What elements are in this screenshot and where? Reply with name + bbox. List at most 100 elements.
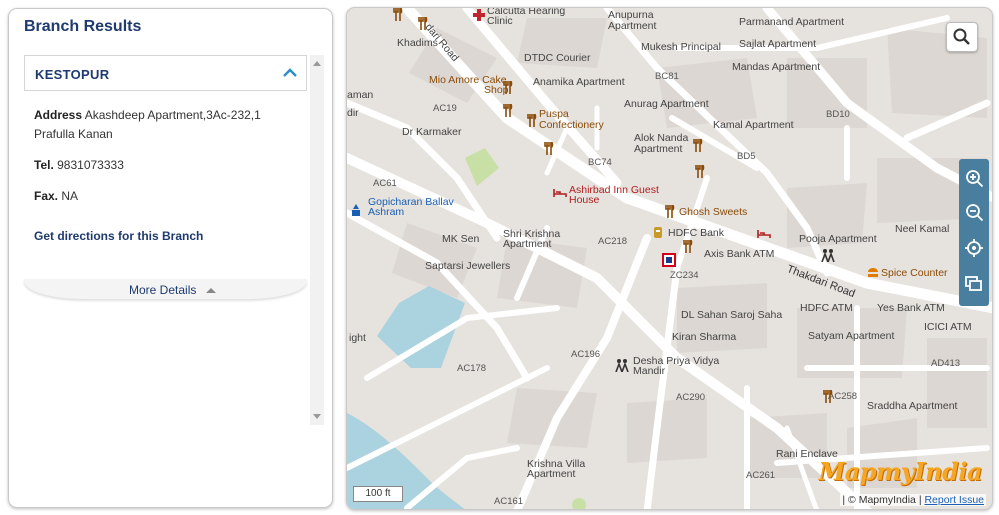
bank-icon[interactable]	[653, 225, 663, 239]
map-label: AC196	[571, 349, 601, 360]
map-label: AC261	[746, 470, 776, 481]
poi-label: Axis Bank ATM	[704, 248, 775, 260]
map-label: Clinic	[487, 15, 513, 27]
map-label: Apartment	[634, 143, 683, 155]
locate-icon	[965, 239, 983, 257]
hotel-icon[interactable]	[757, 229, 771, 239]
fax-field: Fax. NA	[34, 187, 284, 206]
school-icon[interactable]	[820, 248, 836, 262]
restaurant-icon[interactable]	[823, 390, 833, 404]
map-label: Sraddha Apartment	[867, 400, 958, 412]
poi-label: ICICI ATM	[924, 321, 972, 333]
tel-field: Tel. 9831073333	[34, 156, 284, 175]
map-label: AC178	[457, 363, 487, 374]
hotel-icon[interactable]	[553, 188, 567, 198]
map-label: Mukesh Principal	[641, 41, 721, 53]
layers-icon	[965, 276, 982, 291]
tel-label: Tel.	[34, 158, 54, 172]
fax-value: NA	[61, 189, 79, 203]
report-issue-link[interactable]: Report Issue	[924, 494, 984, 506]
fax-label: Fax.	[34, 189, 59, 203]
address-field: Address Akashdeep Apartment,3Ac-232,1 Pr…	[34, 106, 284, 144]
map-label: Saptarsi Jewellers	[425, 260, 511, 272]
address-label: Address	[34, 108, 83, 122]
layers-button[interactable]	[959, 267, 989, 300]
map-label: AC161	[494, 496, 524, 507]
locate-button[interactable]	[959, 232, 989, 265]
map-label: Mandas Apartment	[732, 61, 821, 73]
branch-name: KESTOPUR	[35, 67, 110, 82]
restaurant-icon[interactable]	[544, 142, 554, 156]
zoom-out-icon	[966, 204, 984, 222]
map-label: BD5	[737, 151, 756, 162]
search-icon	[953, 28, 970, 45]
restaurant-icon[interactable]	[693, 139, 703, 153]
scroll-down-icon[interactable]	[313, 414, 321, 419]
map-label: AC19	[433, 103, 457, 114]
zoom-out-button[interactable]	[959, 196, 989, 229]
poi-label: Mandir	[633, 365, 666, 377]
map-label: BC74	[588, 157, 612, 168]
map-label: AC61	[373, 178, 397, 189]
map-label: BD10	[826, 109, 850, 120]
restaurant-icon[interactable]	[418, 17, 428, 31]
branch-marker-icon[interactable]	[662, 253, 676, 267]
map-label: Anurag Apartment	[624, 98, 709, 110]
attribution-text: | © MapmyIndia |	[842, 494, 922, 506]
panel-title: Branch Results	[24, 18, 142, 35]
map-label: Anamika Apartment	[533, 76, 625, 88]
chevron-up-icon[interactable]	[282, 66, 298, 80]
map-label: dir	[347, 107, 359, 119]
branch-accordion-header[interactable]: KESTOPUR	[24, 55, 307, 91]
map-label: BC81	[655, 71, 679, 82]
scrollbar[interactable]	[310, 55, 324, 425]
map-label: Neel Kamal	[895, 223, 950, 235]
map-label: Apartment	[503, 238, 552, 250]
poi-label: Ghosh Sweets	[679, 206, 748, 218]
map-label: ZC234	[670, 270, 699, 281]
map-view[interactable]: Khadims dari Road Calcutta Hearing Clini…	[346, 7, 993, 510]
map-label: AD413	[931, 358, 961, 369]
scale-bar: 100 ft	[353, 486, 403, 502]
poi-label: Yes Bank ATM	[877, 302, 945, 314]
restaurant-icon[interactable]	[393, 8, 403, 22]
branch-results-panel: Branch Results KESTOPUR Address Akashdee…	[8, 8, 333, 508]
temple-icon[interactable]	[350, 204, 362, 216]
zoom-in-icon	[966, 170, 984, 188]
map-label: AC290	[676, 392, 706, 403]
map-label: Parmanand Apartment	[739, 16, 845, 28]
map-label: DL Sahan Saroj Saha	[681, 309, 783, 321]
branch-card: KESTOPUR Address Akashdeep Apartment,3Ac…	[24, 55, 307, 425]
more-details-label[interactable]: More Details	[129, 283, 196, 297]
poi-label: Ashram	[368, 206, 405, 218]
get-directions-link[interactable]: Get directions for this Branch	[34, 229, 203, 243]
restaurant-icon[interactable]	[503, 104, 513, 118]
poi-label: HDFC ATM	[800, 302, 853, 314]
restaurant-icon[interactable]	[695, 165, 705, 179]
map-label: Kamal Apartment	[713, 119, 794, 131]
restaurant-icon[interactable]	[503, 81, 513, 95]
more-details-toggle[interactable]: More Details	[24, 279, 307, 299]
restaurant-icon[interactable]	[665, 205, 675, 219]
mapmyindia-logo: MapmyIndia	[818, 457, 983, 486]
zoom-in-button[interactable]	[959, 162, 989, 195]
map-attribution: | © MapmyIndia | Report Issue	[840, 494, 986, 506]
poi-label: House	[569, 194, 600, 206]
restaurant-icon[interactable]	[683, 240, 693, 254]
map-label: Sajlat Apartment	[739, 38, 817, 50]
hospital-icon[interactable]	[473, 9, 485, 21]
fastfood-icon[interactable]	[867, 267, 879, 279]
restaurant-icon[interactable]	[527, 114, 537, 128]
map-label: Pooja Apartment	[799, 233, 877, 245]
map-label: Apartment	[608, 20, 657, 32]
tel-value: 9831073333	[57, 158, 124, 172]
caret-up-icon	[206, 288, 216, 293]
map-label: Apartment	[527, 468, 576, 480]
map-label: Kiran Sharma	[672, 331, 737, 343]
scroll-up-icon[interactable]	[313, 61, 321, 66]
map-search-button[interactable]	[946, 22, 978, 52]
poi-label: HDFC Bank	[668, 227, 725, 239]
branch-details: Address Akashdeep Apartment,3Ac-232,1 Pr…	[24, 91, 307, 281]
poi-label: Spice Counter	[881, 267, 948, 279]
school-icon[interactable]	[614, 358, 630, 372]
